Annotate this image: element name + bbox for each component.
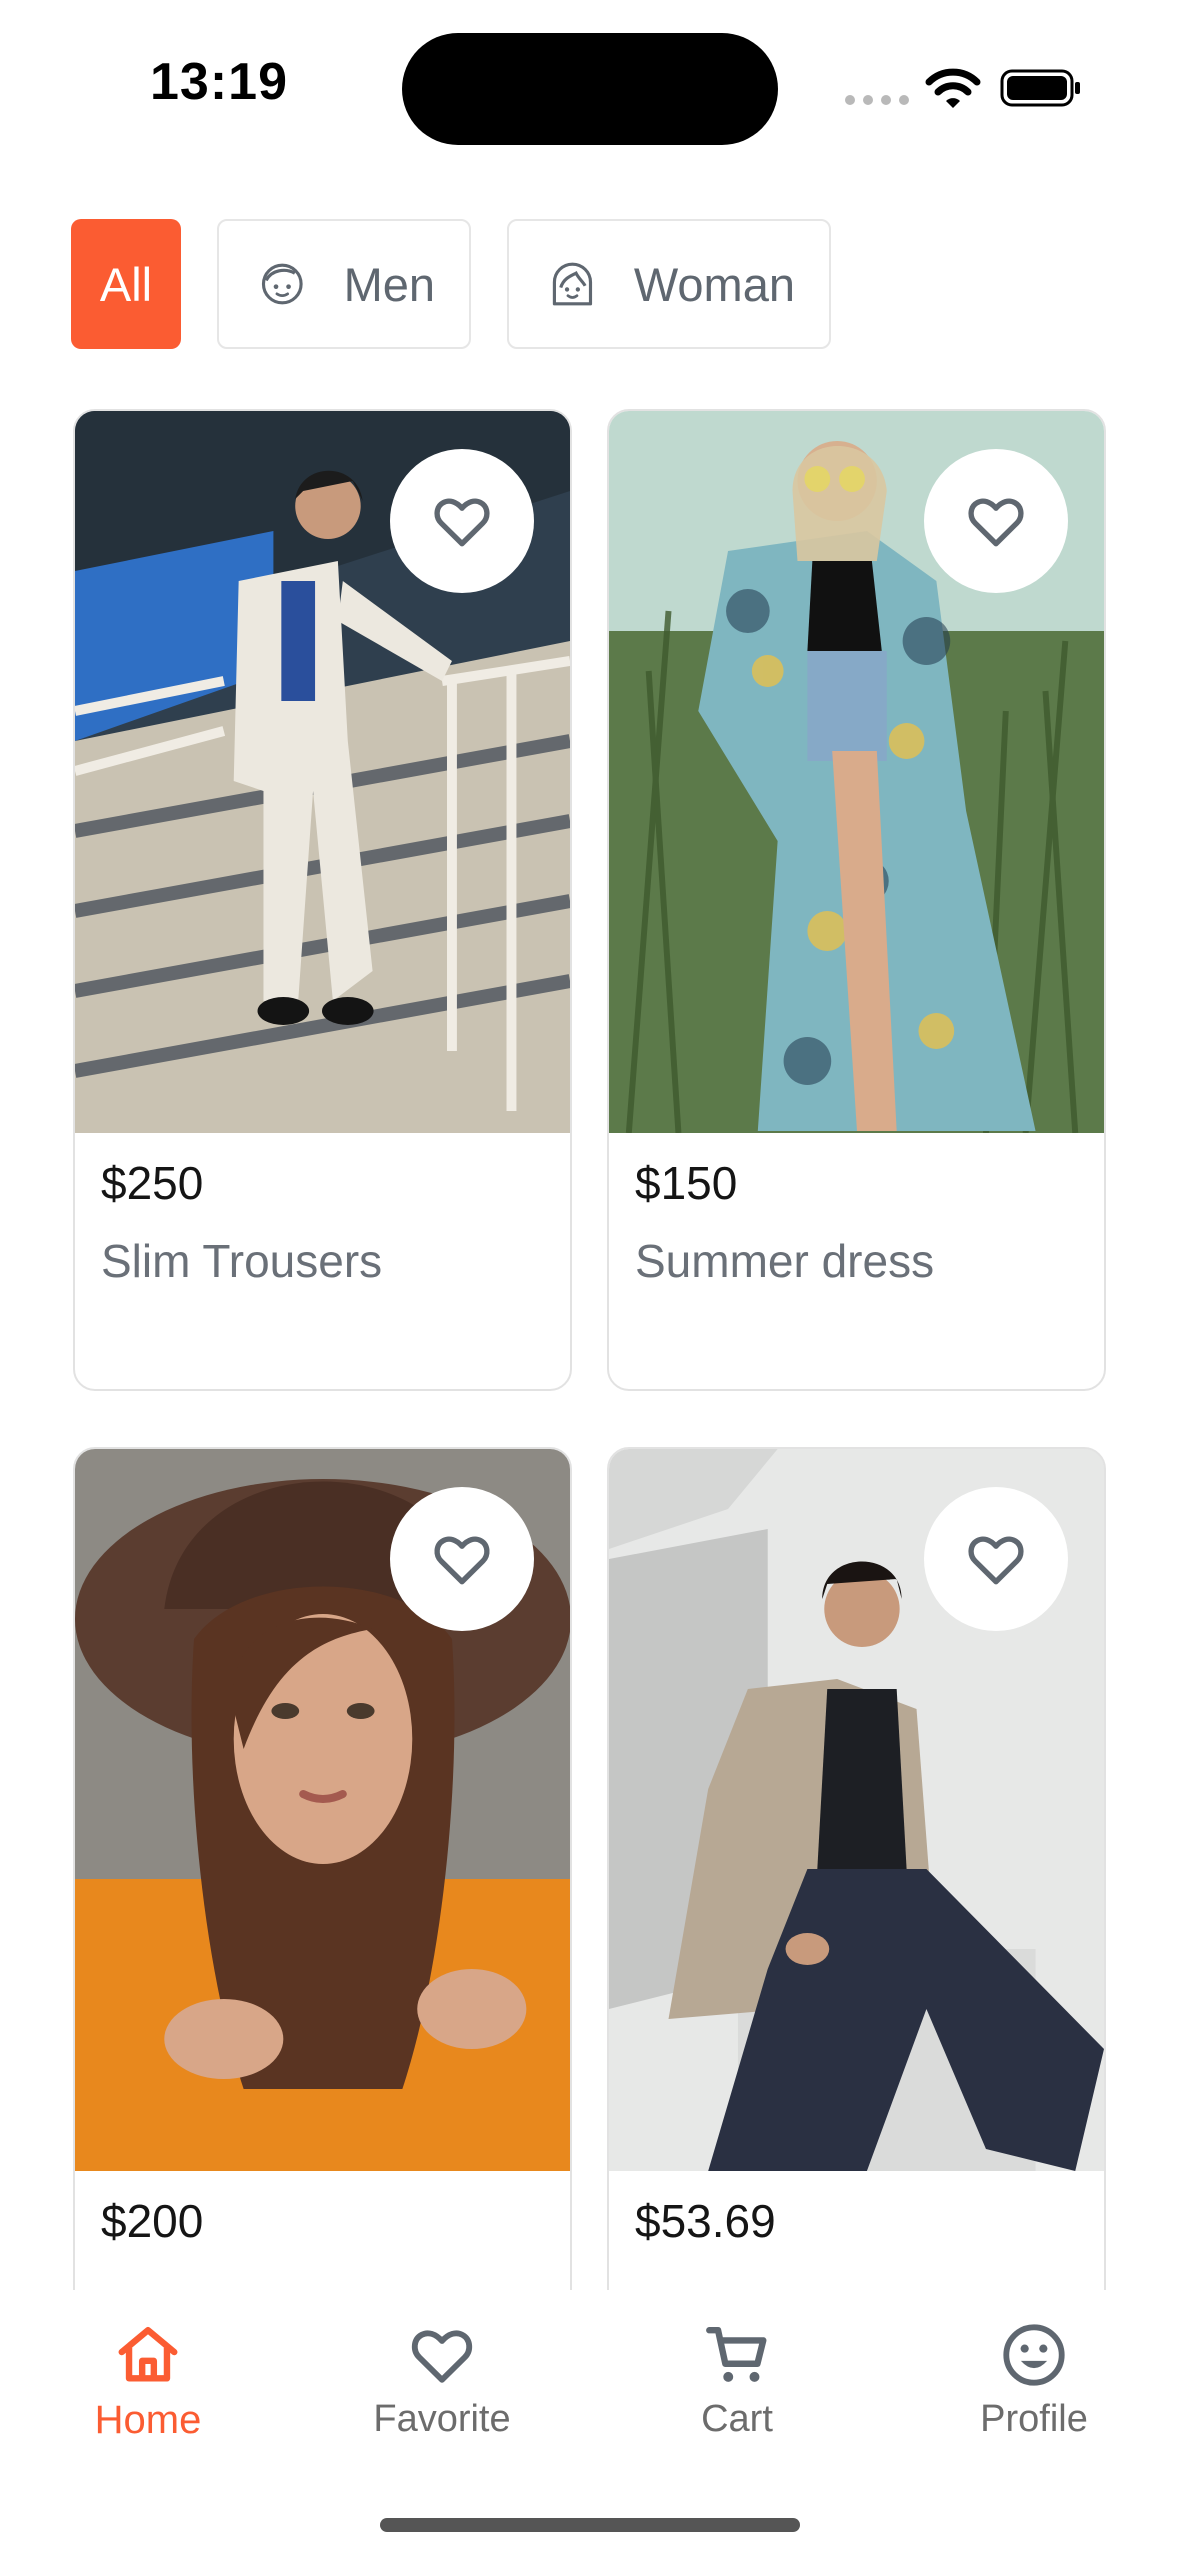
nav-home[interactable]: Home xyxy=(48,2320,248,2443)
smiley-face-icon xyxy=(1003,2324,1065,2386)
favorite-button[interactable] xyxy=(924,1487,1068,1631)
man-face-icon xyxy=(261,263,303,305)
status-bar: 13:19 xyxy=(0,0,1179,170)
woman-face-icon xyxy=(552,262,593,306)
product-price: $150 xyxy=(635,1157,738,1209)
cart-icon xyxy=(706,2327,767,2382)
product-price: $250 xyxy=(101,1157,204,1209)
filter-all-label: All xyxy=(99,257,153,311)
filter-woman-label: Woman xyxy=(633,257,795,311)
nav-home-label: Home xyxy=(94,2398,202,2442)
nav-favorite[interactable]: Favorite xyxy=(342,2320,542,2441)
favorite-button[interactable] xyxy=(390,449,534,593)
product-price: $200 xyxy=(101,2195,204,2247)
filter-woman-chip[interactable]: Woman xyxy=(507,219,831,349)
cellular-signal-icon xyxy=(845,95,909,105)
product-card[interactable]: $150 Summer dress xyxy=(607,409,1106,1391)
nav-favorite-label: Favorite xyxy=(373,2398,511,2440)
wifi-icon xyxy=(925,68,981,108)
nav-profile-label: Profile xyxy=(980,2398,1088,2440)
filter-men-chip[interactable]: Men xyxy=(217,219,471,349)
favorite-button[interactable] xyxy=(924,449,1068,593)
product-price: $53.69 xyxy=(635,2195,776,2247)
heart-icon xyxy=(434,1536,490,1585)
product-grid: $250 Slim Trousers $150 Summer dress $20… xyxy=(73,409,1106,2429)
heart-icon xyxy=(411,2330,473,2383)
home-icon xyxy=(118,2327,178,2382)
filter-all-chip[interactable]: All xyxy=(71,219,181,349)
product-card[interactable]: $53.69 xyxy=(607,1447,1106,2429)
nav-cart-label: Cart xyxy=(701,2398,773,2440)
favorite-button[interactable] xyxy=(390,1487,534,1631)
heart-icon xyxy=(968,498,1024,547)
filter-men-label: Men xyxy=(343,257,435,311)
home-indicator xyxy=(380,2518,800,2532)
product-name: Summer dress xyxy=(635,1235,935,1287)
heart-icon xyxy=(434,498,490,547)
dynamic-island xyxy=(402,33,778,145)
status-time: 13:19 xyxy=(150,53,288,111)
heart-icon xyxy=(968,1536,1024,1585)
bottom-navigation: Home Favorite Cart Profile xyxy=(0,2290,1179,2556)
category-filters: All Men Woman xyxy=(71,219,831,349)
product-card[interactable]: $200 xyxy=(73,1447,572,2429)
product-card[interactable]: $250 Slim Trousers xyxy=(73,409,572,1391)
product-name: Slim Trousers xyxy=(101,1235,383,1287)
nav-profile[interactable]: Profile xyxy=(934,2320,1134,2441)
nav-cart[interactable]: Cart xyxy=(637,2320,837,2441)
battery-icon xyxy=(1000,69,1080,107)
